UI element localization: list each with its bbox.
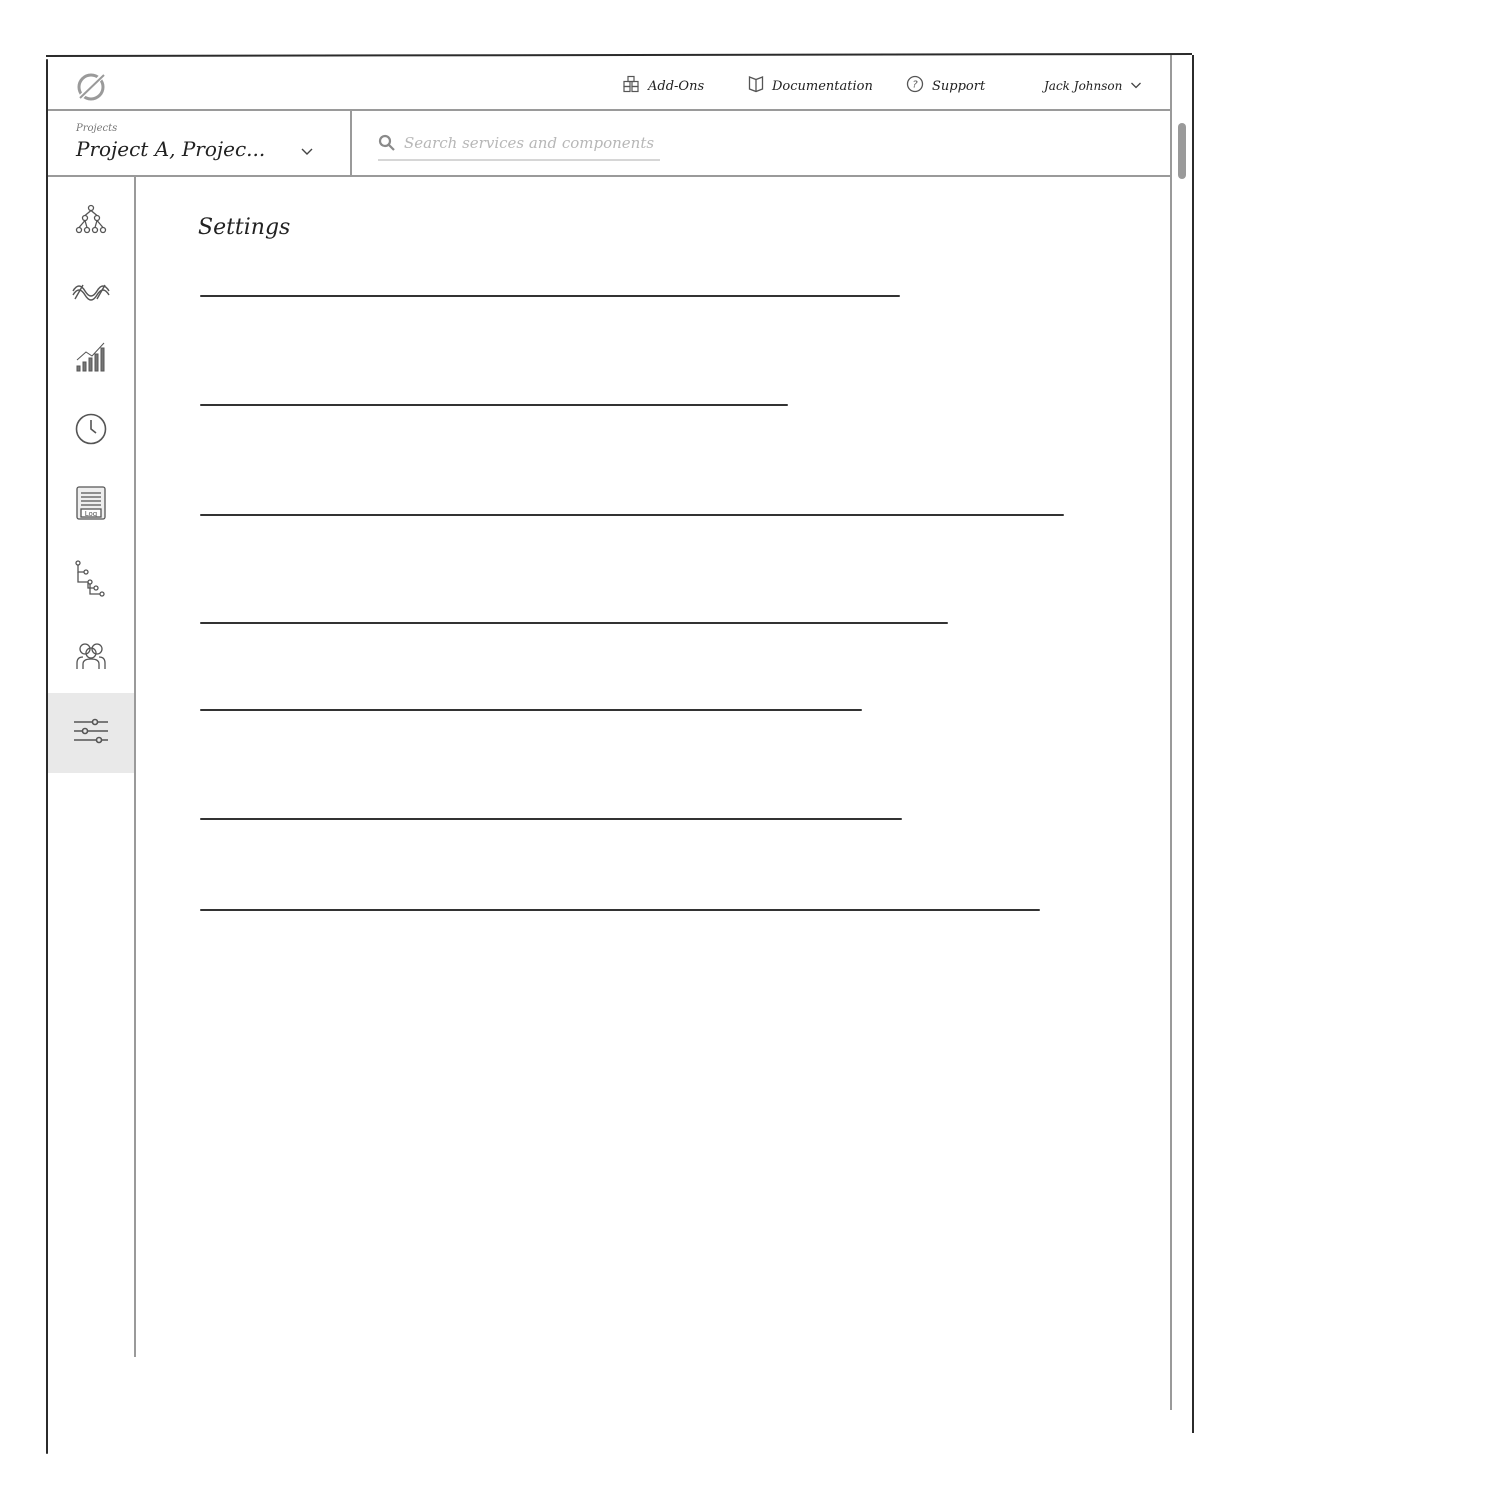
project-selector-value: Project A, Projec... — [76, 137, 266, 161]
addons-icon — [622, 75, 648, 97]
chevron-down-icon — [300, 141, 314, 160]
scrollbar-track[interactable] — [1170, 55, 1172, 1410]
page-title: Settings — [198, 215, 291, 240]
sidebar-item-tree[interactable] — [48, 545, 134, 617]
svg-text:Log: Log — [85, 510, 98, 518]
user-name: Jack Johnson — [1044, 79, 1123, 93]
nav-addons-label: Add-Ons — [648, 78, 705, 94]
nav-support-link[interactable]: ? Support — [906, 74, 985, 98]
sliders-icon — [71, 716, 111, 750]
placeholder-line — [200, 295, 900, 297]
log-file-icon: Log — [75, 485, 107, 525]
bar-chart-icon — [74, 340, 108, 378]
sidebar-item-users[interactable] — [48, 621, 134, 693]
nav-documentation-link[interactable]: Documentation — [748, 74, 873, 98]
sidebar-item-logs[interactable]: Log — [48, 469, 134, 541]
scrollbar-thumb[interactable] — [1178, 123, 1186, 179]
app-logo-icon[interactable] — [74, 70, 106, 102]
project-selector-caption: Projects — [76, 123, 118, 134]
sub-bar: Projects Project A, Projec... — [48, 109, 1170, 177]
book-icon — [748, 75, 772, 97]
help-circle-icon: ? — [906, 75, 932, 97]
users-icon — [74, 639, 108, 675]
clock-icon — [74, 412, 108, 450]
user-menu[interactable]: Jack Johnson — [1044, 74, 1142, 98]
sidebar-item-signals[interactable] — [48, 257, 134, 329]
top-bar: Add-Ons Documentation ? Support Jack Joh… — [48, 57, 1170, 111]
search-field[interactable] — [378, 129, 660, 161]
sidebar-item-settings[interactable] — [48, 693, 134, 773]
svg-text:?: ? — [912, 80, 918, 91]
sidebar-item-topology[interactable] — [48, 185, 134, 257]
nav-support-label: Support — [932, 78, 986, 94]
sidebar: Log — [48, 177, 136, 1357]
placeholder-line — [200, 709, 862, 711]
nav-addons-link[interactable]: Add-Ons — [622, 74, 704, 98]
app-window: Add-Ons Documentation ? Support Jack Joh… — [45, 52, 1194, 1454]
chevron-down-icon — [1122, 79, 1142, 93]
placeholder-line — [200, 622, 948, 624]
signal-waves-icon — [71, 279, 111, 307]
placeholder-line — [200, 404, 788, 406]
tree-icon — [74, 560, 108, 602]
window-frame-right — [1192, 55, 1194, 1433]
placeholder-line — [200, 514, 1064, 516]
placeholder-line — [200, 909, 1040, 911]
search-input[interactable] — [404, 131, 660, 155]
nav-documentation-label: Documentation — [772, 78, 873, 94]
topology-icon — [74, 202, 108, 240]
sidebar-item-history[interactable] — [48, 395, 134, 467]
project-selector-dropdown[interactable]: Projects Project A, Projec... — [48, 109, 352, 175]
placeholder-line — [200, 818, 902, 820]
sidebar-item-metrics[interactable] — [48, 323, 134, 395]
main-content: Settings — [198, 215, 1098, 1015]
